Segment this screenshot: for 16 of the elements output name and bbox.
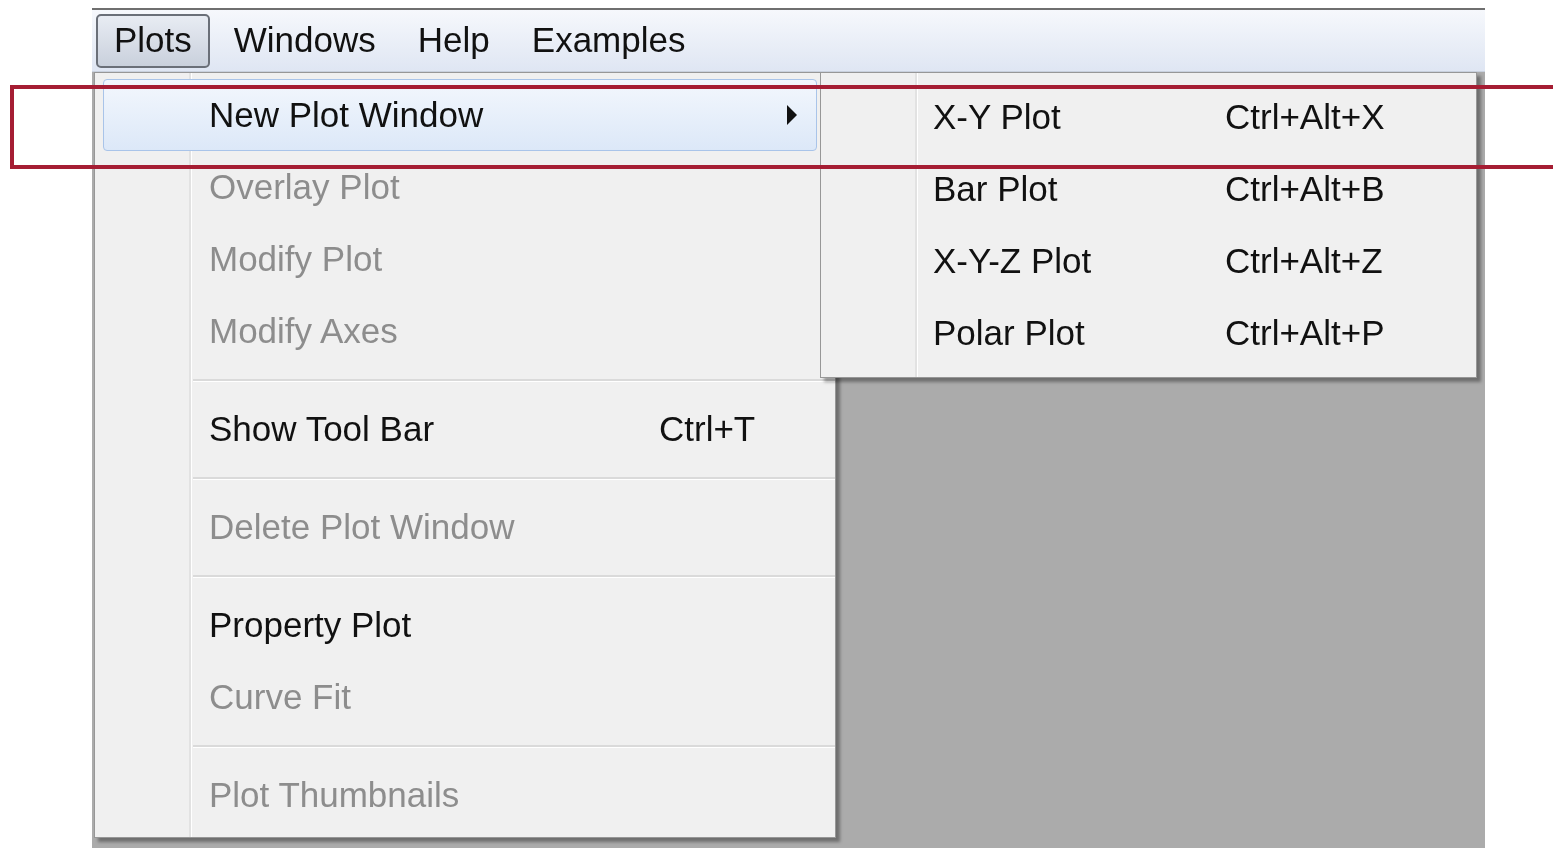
shortcut-label: Ctrl+Alt+B bbox=[1225, 169, 1385, 209]
menu-bar-item[interactable]: Help bbox=[399, 13, 508, 68]
shortcut-label: Ctrl+Alt+X bbox=[1225, 97, 1385, 137]
shortcut-label: Ctrl+Alt+Z bbox=[1225, 241, 1383, 281]
submenu-item[interactable]: X-Y Plot Ctrl+Alt+X bbox=[821, 81, 1476, 153]
menu-item[interactable]: New Plot Window bbox=[103, 79, 817, 151]
submenu-item[interactable]: Bar Plot Ctrl+Alt+B bbox=[821, 153, 1476, 225]
menu-bar-item[interactable]: Examples bbox=[513, 13, 704, 68]
menu-item[interactable]: Property Plot bbox=[103, 589, 817, 661]
menu-item[interactable]: Show Tool Bar Ctrl+T bbox=[103, 393, 817, 465]
menu-bar-item[interactable]: Plots bbox=[96, 13, 210, 68]
menu-bar-item[interactable]: Windows bbox=[215, 13, 394, 68]
submenu-item[interactable]: Polar Plot Ctrl+Alt+P bbox=[821, 297, 1476, 369]
shortcut-label: Ctrl+Alt+P bbox=[1225, 313, 1385, 353]
shortcut-label: Ctrl+T bbox=[659, 409, 756, 449]
submenu-item[interactable]: X-Y-Z Plot Ctrl+Alt+Z bbox=[821, 225, 1476, 297]
